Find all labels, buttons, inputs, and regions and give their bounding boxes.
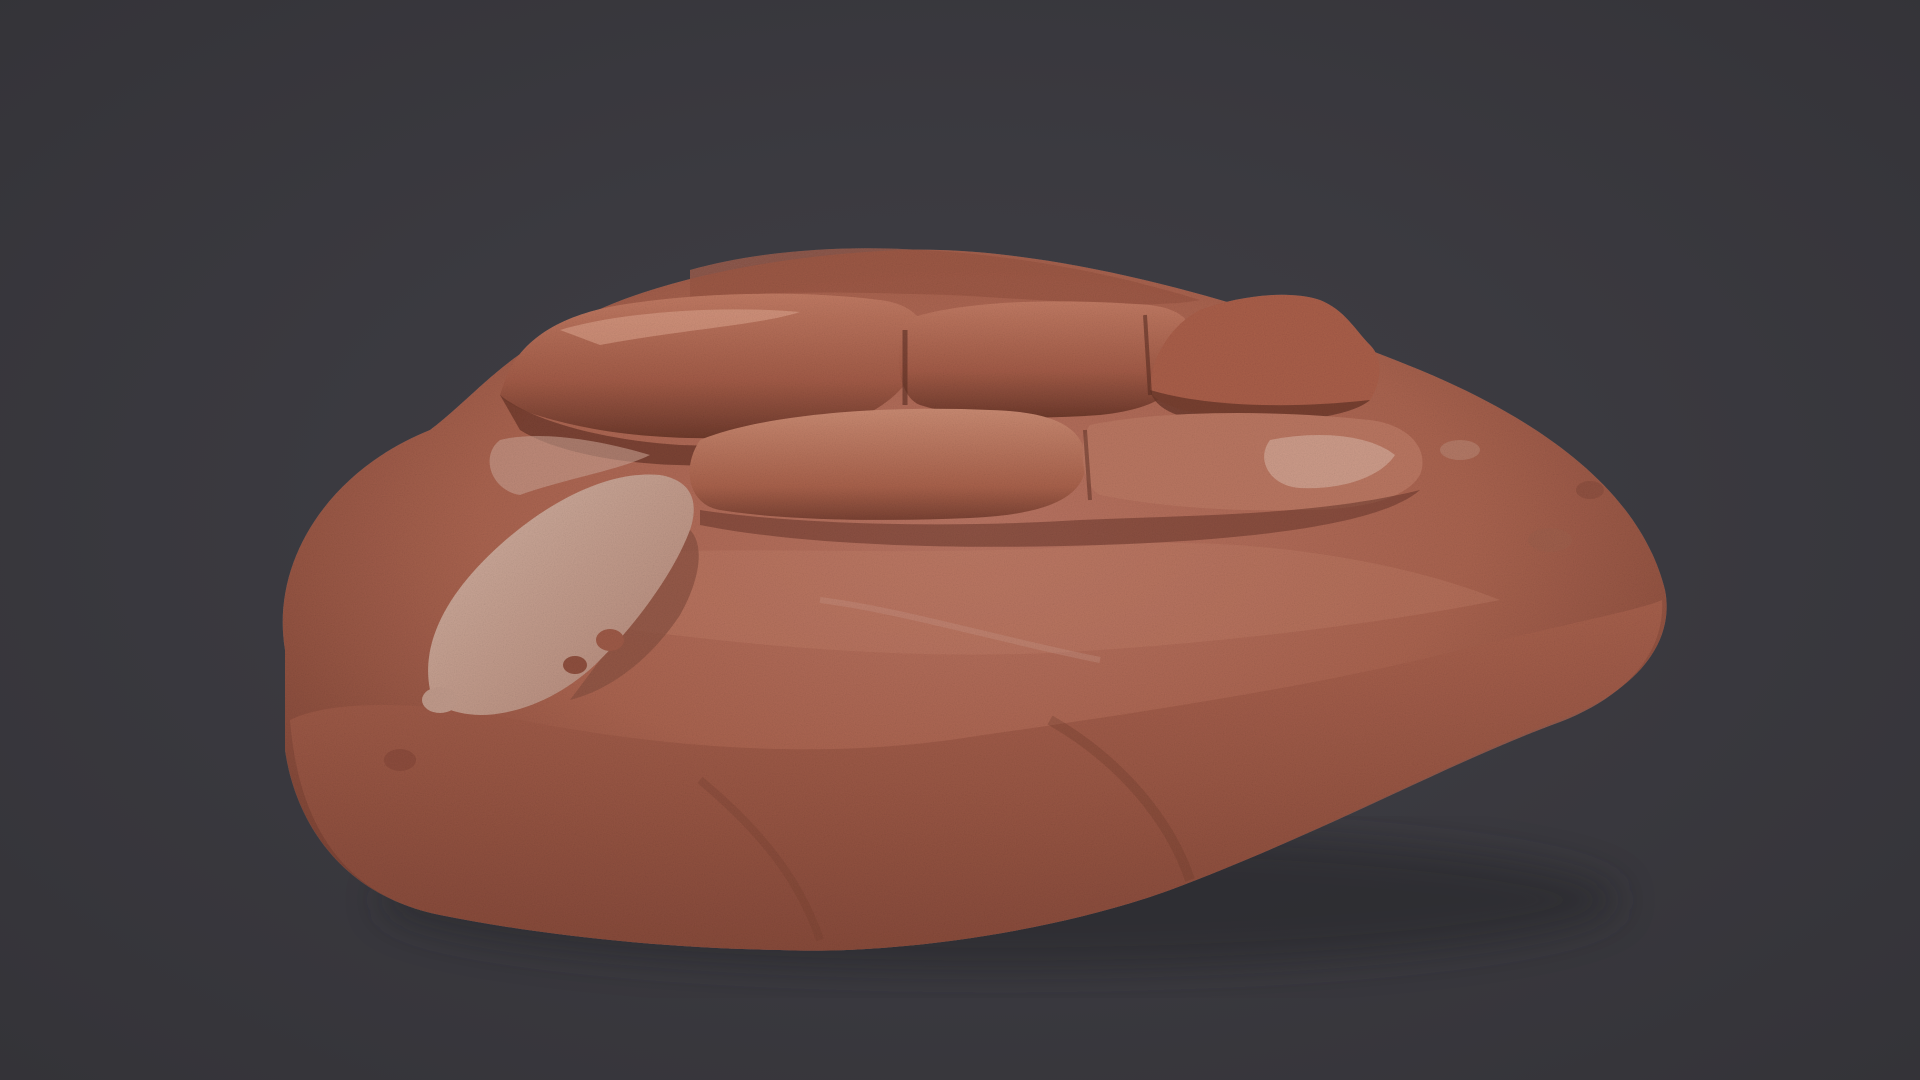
small-stone xyxy=(384,749,416,771)
rock-render xyxy=(282,248,1667,970)
small-stone xyxy=(596,629,624,651)
small-stone xyxy=(1528,528,1572,552)
small-stone xyxy=(422,687,458,713)
rock-mound xyxy=(282,248,1667,951)
small-stone xyxy=(1440,440,1480,460)
viewport-background xyxy=(0,0,1920,1080)
small-stone xyxy=(1576,481,1604,499)
middle-long-slab xyxy=(689,408,1086,520)
small-stone xyxy=(563,656,587,674)
